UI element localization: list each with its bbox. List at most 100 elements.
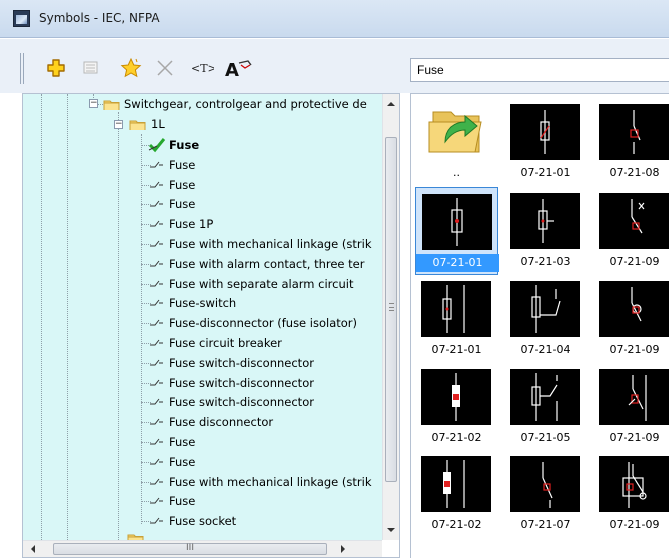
- fuse-symbol-icon: [150, 181, 163, 188]
- symbol-preview-image: [510, 369, 580, 425]
- tree-item-label: Fuse disconnector: [169, 415, 274, 430]
- tree-item-label: Fuse with alarm contact, three ter: [169, 256, 365, 271]
- symbol-preview-image: [599, 456, 669, 512]
- symbol-thumbnail[interactable]: 07-21-03: [504, 187, 587, 275]
- fuse-symbol-icon: [540, 110, 550, 154]
- tree-item-label: Fuse switch-disconnector: [169, 395, 314, 410]
- tree-item-symbol[interactable]: Fuse socket: [23, 511, 382, 531]
- folder-icon: [129, 120, 146, 130]
- thumbnail-caption: 07-21-05: [520, 431, 571, 444]
- fuse-symbol-icon: [150, 399, 163, 405]
- symbol-preview-image: [422, 194, 492, 250]
- scroll-thumb[interactable]: [385, 137, 397, 482]
- scroll-up-arrow-icon[interactable]: [387, 102, 395, 106]
- tree-item-label: Fuse with mechanical linkage (strik: [169, 237, 372, 251]
- fuse-symbol-icon: [443, 460, 465, 508]
- symbol-thumbnail[interactable]: 07-21-09: [593, 363, 669, 451]
- horizontal-scroll-thumb[interactable]: III: [53, 543, 327, 555]
- tree-item-symbol[interactable]: Fuse-switch: [23, 293, 382, 313]
- text-tag-button[interactable]: <T>: [190, 56, 214, 80]
- tree-item-symbol[interactable]: Fuse-disconnector (fuse isolator): [23, 313, 382, 333]
- tree-node-next-folder[interactable]: [23, 531, 382, 540]
- thumbnail-caption: 07-21-08: [609, 166, 660, 179]
- fuse-symbol-icon: [150, 161, 163, 168]
- tree-item-symbol[interactable]: Fuse: [23, 155, 382, 175]
- svg-text:<T>: <T>: [191, 62, 214, 75]
- symbol-preview-image: [510, 281, 580, 337]
- tree-item-symbol[interactable]: Fuse with separate alarm circuit: [23, 274, 382, 294]
- properties-button[interactable]: [79, 56, 103, 80]
- symbol-preview-image: [510, 104, 580, 160]
- symbol-thumbnail[interactable]: 07-21-09: [593, 275, 669, 363]
- symbol-thumbnail[interactable]: 07-21-05: [504, 363, 587, 451]
- collapse-icon[interactable]: −: [89, 99, 98, 108]
- filter-input[interactable]: [410, 58, 669, 82]
- scroll-right-arrow-icon[interactable]: [341, 545, 345, 553]
- fuse-symbol-icon: [150, 201, 163, 207]
- tree-node-category[interactable]: − Switchgear, controlgear and protective …: [23, 94, 382, 114]
- svg-text:A: A: [225, 60, 239, 79]
- fuse-symbol-icon: [150, 359, 163, 366]
- fuse-symbol-icon: [150, 498, 163, 504]
- folder-icon: [103, 100, 120, 110]
- tree-item-symbol[interactable]: Fuse: [23, 175, 382, 195]
- thumbnail-caption: 07-21-03: [520, 255, 571, 268]
- toolbar-grip[interactable]: [20, 53, 24, 84]
- symbol-thumbnail[interactable]: 07-21-01: [415, 275, 498, 363]
- symbol-preview-image: [599, 369, 669, 425]
- tree-item-symbol[interactable]: Fuse switch-disconnector: [23, 353, 382, 373]
- tree-item-symbol[interactable]: Fuse with mechanical linkage (strik: [23, 472, 382, 492]
- tree-item-label: Fuse socket: [169, 514, 237, 529]
- fuse-symbol-icon: [150, 458, 163, 465]
- tree-item-label: Fuse 1P: [169, 217, 214, 232]
- tree-item-symbol[interactable]: Fuse disconnector: [23, 412, 382, 432]
- fuse-symbol-icon: [531, 285, 561, 333]
- switch-symbol-icon: [622, 462, 647, 508]
- tree-item-symbol[interactable]: Fuse switch-disconnector: [23, 373, 382, 393]
- tree-item-symbol[interactable]: Fuse with mechanical linkage (strik: [23, 234, 382, 254]
- folder-up-icon: [428, 111, 482, 153]
- tree-item-symbol[interactable]: Fuse circuit breaker: [23, 333, 382, 353]
- symbol-thumbnail[interactable]: 07-21-08: [593, 98, 669, 186]
- tree-item-symbol[interactable]: Fuse with alarm contact, three ter: [23, 254, 382, 274]
- symbol-thumbnail[interactable]: 07-21-09: [593, 450, 669, 538]
- tree-item-symbol[interactable]: Fuse: [23, 491, 382, 511]
- symbol-thumbnail[interactable]: 07-21-01: [415, 187, 499, 275]
- thumbnail-caption: 07-21-01: [416, 254, 499, 272]
- symbol-preview-image: [421, 456, 491, 512]
- tree-node-label: Switchgear, controlgear and protective d…: [124, 97, 367, 111]
- tree-item-symbol[interactable]: Fuse switch-disconnector: [23, 392, 382, 412]
- thumbnail-caption: 07-21-09: [609, 255, 660, 268]
- tree-item-symbol[interactable]: Fuse 1P: [23, 214, 382, 234]
- symbol-tree: − Switchgear, controlgear and protective …: [23, 94, 382, 540]
- delete-button[interactable]: [153, 56, 177, 80]
- up-folder-tile[interactable]: ..: [415, 98, 498, 186]
- tree-horizontal-scrollbar[interactable]: III: [23, 540, 382, 557]
- symbol-preview-image: [510, 456, 580, 512]
- tree-item-symbol[interactable]: Fuse: [23, 194, 382, 214]
- symbol-thumbnail[interactable]: 07-21-04: [504, 275, 587, 363]
- fuse-symbol-icon: [150, 260, 163, 267]
- tree-item-symbol[interactable]: Fuse: [23, 432, 382, 452]
- fuse-symbol-icon: [150, 280, 163, 287]
- font-attribute-button[interactable]: A: [224, 56, 254, 80]
- favorite-button[interactable]: [119, 56, 143, 80]
- tree-vertical-scrollbar[interactable]: [382, 94, 399, 540]
- symbol-thumbnail[interactable]: 07-21-01: [504, 98, 587, 186]
- symbol-thumbnail[interactable]: 07-21-02: [415, 450, 498, 538]
- thumbnail-caption: 07-21-01: [431, 343, 482, 356]
- title-bar: Symbols - IEC, NFPA: [0, 0, 669, 38]
- thumbnail-caption: 07-21-02: [431, 518, 482, 531]
- tree-item-symbol[interactable]: Fuse: [23, 135, 382, 155]
- symbol-thumbnail[interactable]: 07-21-02: [415, 363, 498, 451]
- scroll-left-arrow-icon[interactable]: [31, 545, 35, 553]
- symbol-preview-image: [599, 104, 669, 160]
- scroll-down-arrow-icon[interactable]: [387, 528, 395, 532]
- collapse-icon[interactable]: −: [114, 120, 123, 129]
- add-button[interactable]: [44, 56, 68, 80]
- tree-item-symbol[interactable]: Fuse: [23, 452, 382, 472]
- symbol-thumbnail[interactable]: 07-21-07: [504, 450, 587, 538]
- symbol-thumbnail[interactable]: 07-21-09: [593, 187, 669, 275]
- tree-node-folder-1l[interactable]: − 1L: [23, 114, 382, 134]
- switch-symbol-icon: [628, 375, 647, 421]
